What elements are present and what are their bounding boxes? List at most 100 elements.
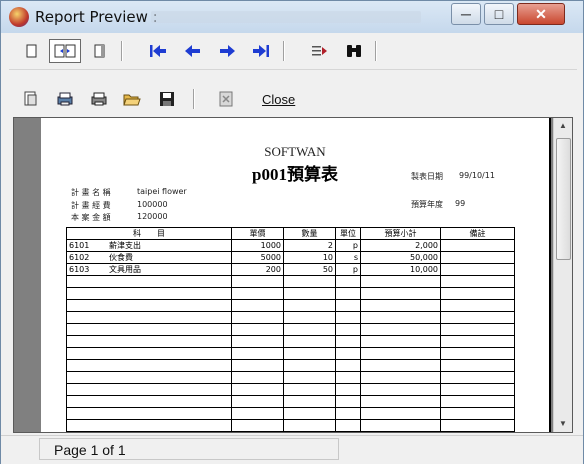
scroll-up-icon[interactable]: ▲: [554, 118, 572, 134]
account-cell: 6103 文具用品: [66, 263, 232, 276]
empty-row: [66, 299, 515, 312]
two-page-button[interactable]: [49, 39, 81, 63]
goto-page-button[interactable]: [307, 39, 333, 63]
first-page-button[interactable]: [145, 39, 171, 63]
empty-cell: [66, 335, 232, 348]
preview-pane[interactable]: SOFTWAN p001預算表 製表日期 99/10/11 預算年度 99 計 …: [13, 117, 573, 433]
empty-row: [66, 359, 515, 372]
table-row: 6103 文具用品 200 50 p 10,000: [66, 263, 515, 276]
toolbar-separator: [193, 89, 195, 109]
empty-cell: [231, 323, 284, 336]
plan-name: taipei flower: [137, 187, 187, 196]
plan-budget-label: 計 畫 經 費: [71, 201, 111, 210]
empty-row: [66, 335, 515, 348]
unit-cell: p: [335, 239, 361, 252]
first-page-icon: [150, 45, 166, 57]
empty-cell: [231, 275, 284, 288]
maximize-button[interactable]: □: [484, 3, 514, 25]
close-button[interactable]: Close: [262, 92, 295, 107]
current-amount: 120000: [137, 212, 168, 221]
column-header: 預算小計: [360, 227, 441, 240]
print-icon: [91, 92, 107, 106]
empty-cell: [440, 383, 515, 396]
title-redacted: [151, 11, 421, 23]
subtotal-cell: 10,000: [360, 263, 441, 276]
empty-row: [66, 431, 515, 432]
empty-cell: [283, 371, 336, 384]
single-page-icon: [26, 44, 37, 58]
quantity-cell: 10: [283, 251, 336, 264]
save-button[interactable]: [154, 87, 180, 111]
close-window-button[interactable]: ✕: [517, 3, 565, 25]
open-button[interactable]: [119, 87, 145, 111]
page-setup-icon: [24, 91, 37, 106]
empty-cell: [335, 311, 361, 324]
empty-cell: [440, 335, 515, 348]
empty-cell: [283, 431, 336, 432]
empty-cell: [283, 347, 336, 360]
toolbar-separator: [375, 41, 377, 61]
page-setup-button[interactable]: [17, 87, 43, 111]
empty-row: [66, 287, 515, 300]
export-button[interactable]: [213, 87, 239, 111]
empty-cell: [66, 311, 232, 324]
budget-year: 99: [455, 199, 466, 208]
empty-cell: [283, 407, 336, 420]
empty-cell: [335, 359, 361, 372]
prev-page-button[interactable]: [180, 39, 206, 63]
empty-row: [66, 407, 515, 420]
close-icon: ✕: [535, 6, 547, 22]
unit-cell: s: [335, 251, 361, 264]
empty-cell: [66, 347, 232, 360]
file-toolbar: Close: [9, 85, 577, 115]
minimize-button[interactable]: ─: [451, 3, 481, 25]
report-preview-window: Report Preview : ─ □ ✕ Close SOFTWAN p00…: [0, 0, 584, 464]
print-setup-icon: [57, 92, 73, 106]
scroll-thumb[interactable]: [556, 138, 571, 260]
empty-cell: [66, 359, 232, 372]
subtotal-cell: 50,000: [360, 251, 441, 264]
empty-cell: [66, 395, 232, 408]
empty-cell: [231, 287, 284, 300]
table-row: 6101 薪津支出 1000 2 p 2,000: [66, 239, 515, 252]
print-setup-button[interactable]: [52, 87, 78, 111]
empty-cell: [335, 383, 361, 396]
two-page-icon: [54, 44, 76, 58]
last-page-button[interactable]: [248, 39, 274, 63]
toolbar-separator: [283, 41, 285, 61]
empty-cell: [335, 371, 361, 384]
budget-year-label: 預算年度: [411, 200, 443, 209]
next-page-icon: [220, 45, 235, 57]
empty-cell: [440, 275, 515, 288]
fit-page-button[interactable]: [87, 39, 113, 63]
empty-cell: [360, 359, 441, 372]
empty-cell: [231, 335, 284, 348]
empty-cell: [283, 299, 336, 312]
price-cell: 1000: [231, 239, 284, 252]
single-page-button[interactable]: [19, 39, 45, 63]
empty-cell: [360, 347, 441, 360]
vertical-scrollbar[interactable]: ▲ ▼: [553, 118, 572, 432]
find-button[interactable]: [341, 39, 367, 63]
empty-row: [66, 275, 515, 288]
empty-cell: [283, 323, 336, 336]
empty-cell: [231, 371, 284, 384]
empty-cell: [335, 287, 361, 300]
column-header: 備註: [440, 227, 515, 240]
account-cell: 6101 薪津支出: [66, 239, 232, 252]
title-bar: Report Preview : ─ □ ✕: [1, 1, 583, 33]
fit-page-icon: [94, 44, 105, 58]
empty-cell: [360, 383, 441, 396]
print-button[interactable]: [86, 87, 112, 111]
subtotal-cell: 2,000: [360, 239, 441, 252]
column-header: 單位: [335, 227, 361, 240]
empty-cell: [283, 395, 336, 408]
next-page-button[interactable]: [214, 39, 240, 63]
toolbar-separator: [121, 41, 123, 61]
note-cell: [440, 263, 515, 276]
empty-cell: [66, 407, 232, 420]
scroll-down-icon[interactable]: ▼: [554, 416, 572, 432]
status-bar: Page 1 of 1: [1, 435, 583, 464]
empty-cell: [440, 311, 515, 324]
empty-cell: [283, 311, 336, 324]
